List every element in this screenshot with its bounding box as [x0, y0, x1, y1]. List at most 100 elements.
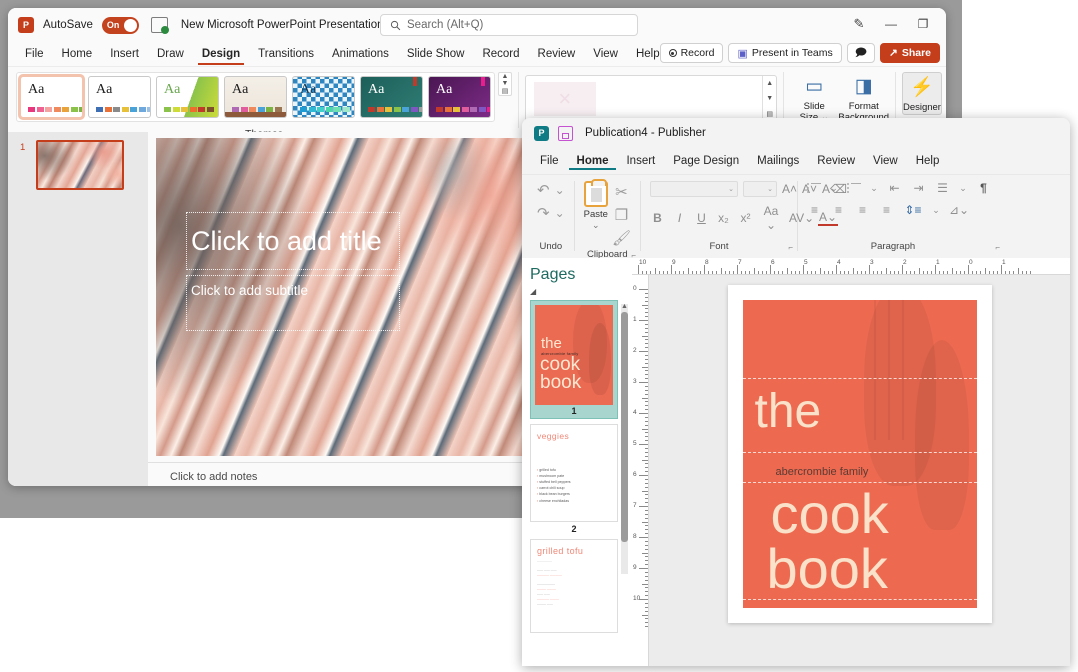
vertical-ruler[interactable]: 012345678910 — [632, 275, 649, 666]
minimize-button[interactable]: — — [876, 12, 906, 36]
tab-record[interactable]: Record — [473, 46, 528, 62]
chevron-down-icon[interactable]: ⌄ — [592, 220, 600, 231]
paste-button[interactable]: Paste ⌄ — [584, 181, 608, 231]
page-thumb-cookbook-cover[interactable]: the abercrombie family cookbook 1 — [530, 300, 618, 419]
line-spacing-icon[interactable]: ⇕≡ — [903, 203, 923, 217]
show-marks-icon[interactable]: ¶ — [976, 181, 991, 195]
chevron-down-icon[interactable]: ⌄ — [555, 183, 565, 197]
autosave-toggle[interactable]: On — [102, 17, 139, 34]
align-right-icon[interactable]: ≡ — [855, 203, 870, 217]
pub-tab-view[interactable]: View — [865, 153, 906, 169]
theme-vapor-trail[interactable]: Aa — [360, 76, 423, 118]
bullets-icon[interactable] — [807, 183, 821, 194]
restore-button[interactable]: ❐ — [908, 12, 938, 36]
themes-scroll-controls[interactable]: ▲ ▼ ▤ — [498, 72, 512, 96]
theme-berlin[interactable]: Aa — [88, 76, 151, 118]
theme-quotable[interactable]: Aa — [292, 76, 355, 118]
pub-tab-page-design[interactable]: Page Design — [665, 153, 747, 169]
theme-office[interactable]: Aa — [20, 76, 83, 118]
increase-indent-icon[interactable]: ⇥ — [911, 181, 926, 195]
subscript-button[interactable]: x₂ — [716, 211, 731, 225]
dialog-launcher-icon[interactable]: ⌐ — [995, 243, 1000, 252]
tab-design[interactable]: Design — [193, 46, 249, 62]
tab-view[interactable]: View — [584, 46, 627, 62]
cookbook-cover-design[interactable]: the abercrombie family cook book — [743, 300, 977, 608]
scrollbar-thumb[interactable] — [621, 312, 628, 542]
cover-title-the[interactable]: the — [755, 388, 822, 436]
grow-font-button[interactable]: A˄ — [782, 182, 797, 196]
pub-tab-insert[interactable]: Insert — [618, 153, 663, 169]
pub-tab-file[interactable]: File — [532, 153, 567, 169]
slide-canvas[interactable]: Click to add title Click to add subtitle — [156, 138, 574, 456]
tab-review[interactable]: Review — [529, 46, 585, 62]
slides-thumbnail-pane[interactable]: 1 — [8, 132, 148, 486]
save-icon[interactable] — [558, 126, 573, 141]
variants-scroll-controls[interactable]: ▲ ▼ ▤ — [762, 76, 776, 121]
cover-title-book[interactable]: book — [767, 543, 888, 595]
tab-slide-show[interactable]: Slide Show — [398, 46, 474, 62]
font-size-input[interactable]: ⌄ — [743, 181, 777, 197]
save-sync-icon[interactable] — [151, 17, 168, 33]
justify-icon[interactable]: ≡ — [879, 203, 894, 217]
copy-icon[interactable]: ❐ — [615, 206, 628, 224]
pub-tab-help[interactable]: Help — [908, 153, 948, 169]
horizontal-ruler[interactable]: 1098765432101 — [632, 258, 1070, 275]
paragraph-settings-icon[interactable]: ⊿⌄ — [949, 203, 969, 217]
cover-title-cook[interactable]: cook — [771, 488, 889, 540]
theme-wisp[interactable]: Aa — [224, 76, 287, 118]
undo-arrow-icon[interactable]: ↶ — [537, 181, 550, 199]
bold-button[interactable]: B — [650, 211, 665, 225]
numbering-icon[interactable] — [847, 183, 861, 194]
scroll-up-icon[interactable]: ▲ — [763, 76, 776, 91]
tab-insert[interactable]: Insert — [101, 46, 148, 62]
pub-tab-mailings[interactable]: Mailings — [749, 153, 807, 169]
tabs-icon[interactable]: ☰ — [935, 181, 950, 195]
chevron-down-icon[interactable]: ⌄ — [830, 183, 838, 194]
pub-tab-review[interactable]: Review — [809, 153, 863, 169]
redo-arrow-icon[interactable]: ↷ — [537, 204, 550, 222]
tab-draw[interactable]: Draw — [148, 46, 193, 62]
dialog-launcher-icon[interactable]: ⌐ — [788, 243, 793, 252]
change-case-button[interactable]: Aa ⌄ — [760, 204, 782, 232]
chevron-down-icon[interactable]: ⌄ — [932, 205, 940, 216]
pen-icon[interactable]: ✎ — [844, 12, 874, 36]
pages-scrollbar[interactable]: ▲ — [621, 304, 628, 574]
superscript-button[interactable]: x² — [738, 211, 753, 225]
tab-file[interactable]: File — [16, 46, 53, 62]
search-box[interactable]: Search (Alt+Q) — [380, 14, 638, 36]
collapse-icon[interactable]: ◢ — [530, 287, 632, 296]
variants-gallery[interactable]: ▲ ▼ ▤ — [525, 75, 777, 122]
underline-button[interactable]: U — [694, 211, 709, 225]
theme-dividend[interactable]: Aa — [428, 76, 491, 118]
italic-button[interactable]: I — [672, 211, 687, 225]
tab-transitions[interactable]: Transitions — [249, 46, 323, 62]
designer-button[interactable]: ⚡ Designer — [902, 72, 942, 115]
title-placeholder[interactable]: Click to add title — [186, 212, 400, 270]
format-background-button[interactable]: ◨ FormatBackground — [838, 72, 889, 124]
page-scroll-area[interactable]: the abercrombie family cook book — [649, 275, 1070, 666]
variant-thumbnail[interactable] — [534, 82, 596, 116]
align-left-icon[interactable]: ≡ — [807, 203, 822, 217]
tab-home[interactable]: Home — [53, 46, 102, 62]
page-thumb-veggies[interactable]: veggies grilled tofu mushroom pate stuff… — [530, 424, 618, 522]
record-button[interactable]: Record — [660, 43, 724, 63]
decrease-indent-icon[interactable]: ⇤ — [887, 181, 902, 195]
align-center-icon[interactable]: ≡ — [831, 203, 846, 217]
tab-animations[interactable]: Animations — [323, 46, 398, 62]
present-in-teams-button[interactable]: ▣ Present in Teams — [728, 43, 841, 63]
themes-more-icon[interactable]: ▤ — [499, 87, 511, 95]
scroll-up-icon[interactable]: ▲ — [621, 303, 628, 310]
cover-byline[interactable]: abercrombie family — [776, 466, 869, 478]
slide-size-button[interactable]: ▭ SlideSize ⌄ — [790, 72, 838, 124]
chevron-down-icon[interactable]: ⌄ — [870, 183, 878, 194]
theme-celestial[interactable]: Aa — [156, 76, 219, 118]
page-thumb-grilled-tofu[interactable]: grilled tofu ————— —— —— —— ———— ———— ——… — [530, 539, 618, 633]
chevron-down-icon[interactable]: ⌄ — [555, 206, 565, 220]
subtitle-placeholder[interactable]: Click to add subtitle — [186, 275, 400, 331]
chevron-down-icon[interactable]: ⌄ — [959, 183, 967, 194]
scroll-down-icon[interactable]: ▼ — [499, 80, 511, 87]
pub-tab-home[interactable]: Home — [569, 153, 617, 170]
comments-button[interactable]: 🗩 — [847, 43, 875, 63]
scissors-icon[interactable]: ✂ — [615, 183, 628, 201]
format-painter-icon[interactable]: 🖌 — [612, 229, 631, 247]
